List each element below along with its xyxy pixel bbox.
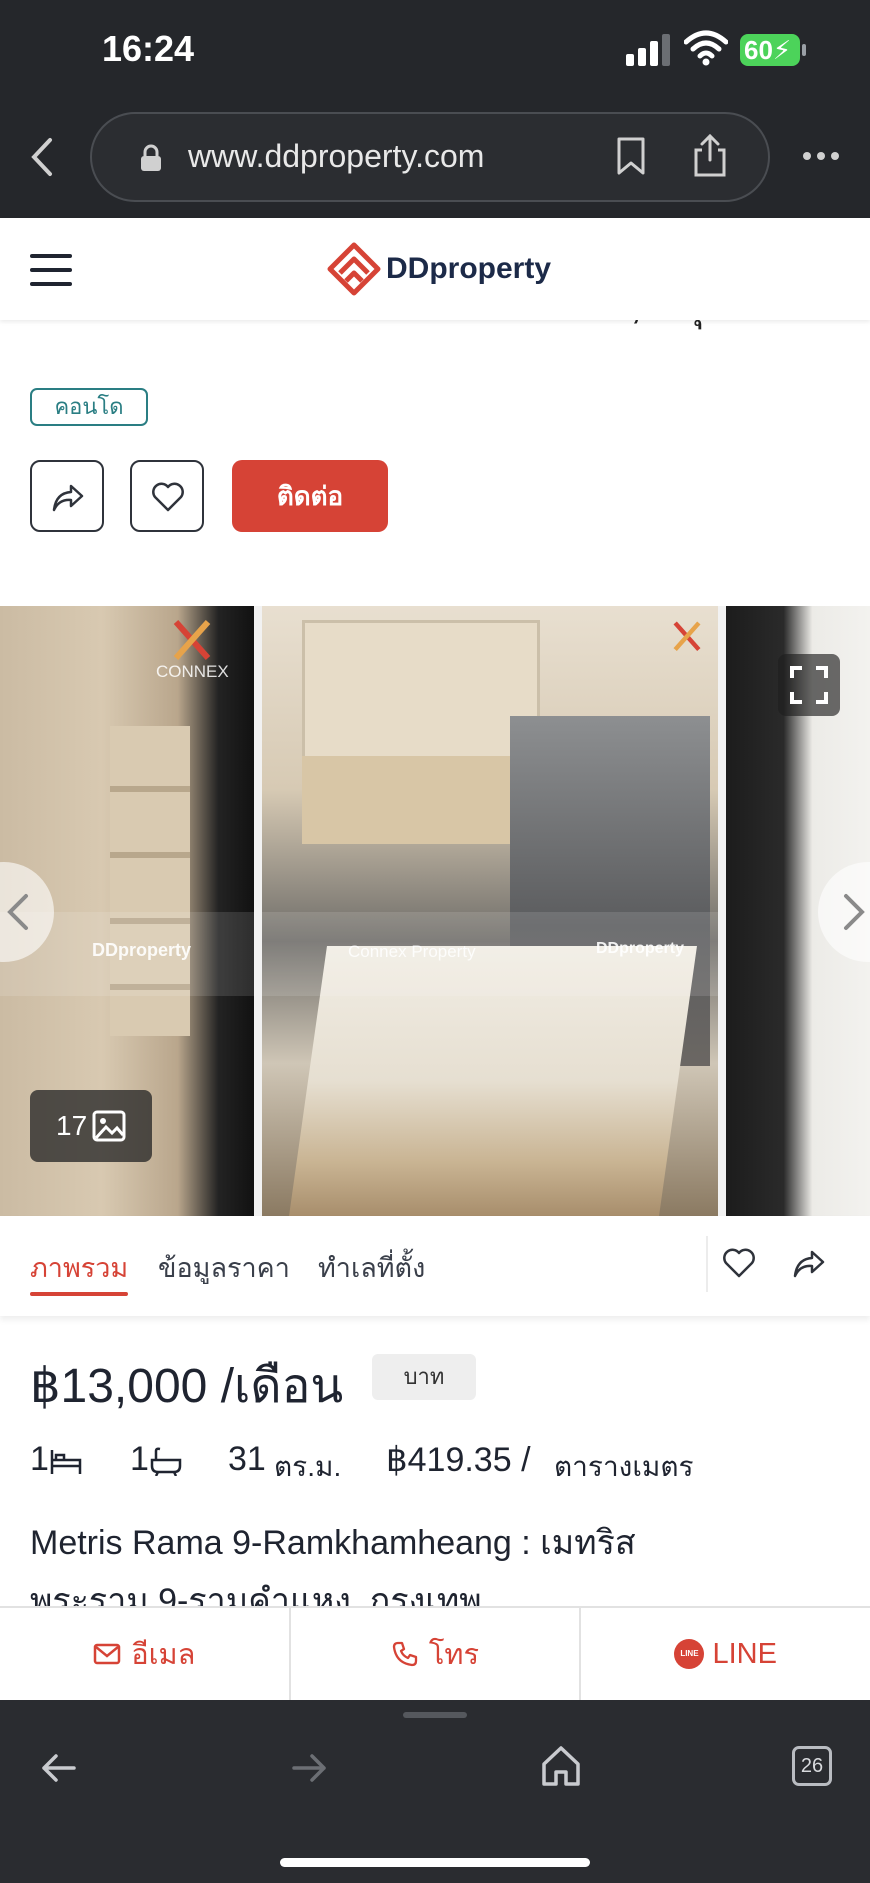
bath-count: 1 bbox=[130, 1440, 149, 1478]
heart-icon[interactable] bbox=[722, 1246, 756, 1280]
chevron-left-icon bbox=[7, 894, 28, 930]
share-arrow-icon bbox=[52, 484, 84, 512]
sheet-grabber[interactable] bbox=[403, 1712, 467, 1718]
bath-icon bbox=[150, 1447, 182, 1476]
mail-icon bbox=[93, 1643, 121, 1665]
listing-title-line-1: Metris Rama 9-Ramkhamheang : เมทริส bbox=[30, 1524, 636, 1562]
wifi-icon bbox=[684, 30, 728, 66]
browser-toolbar-bottom: 26 bbox=[0, 1700, 870, 1883]
chevron-right-icon bbox=[844, 894, 865, 930]
tab-active-underline bbox=[30, 1292, 128, 1296]
contact-button[interactable]: ติดต่อ bbox=[232, 460, 388, 532]
bookmark-icon[interactable] bbox=[616, 136, 646, 176]
share-button[interactable] bbox=[30, 460, 104, 532]
agent-logo-text: CONNEX bbox=[156, 662, 229, 681]
home-icon[interactable] bbox=[540, 1744, 582, 1788]
address-bar[interactable]: www.ddproperty.com bbox=[90, 112, 770, 202]
back-chevron-icon[interactable] bbox=[22, 132, 62, 182]
listing-title-line-2: พระราม 9-รามคำแหง, กรุงเทพ bbox=[30, 1582, 482, 1610]
watermark-site: DDproperty bbox=[596, 940, 685, 957]
battery-level: 60 bbox=[744, 35, 773, 65]
photo-count: 17 bbox=[56, 1110, 88, 1141]
bed-count: 1 bbox=[30, 1440, 49, 1478]
gallery-photo-current[interactable]: Connex Property DDproperty bbox=[262, 606, 718, 1216]
signal-icon bbox=[626, 34, 670, 66]
price-per-area-unit: ตารางเมตร bbox=[554, 1451, 694, 1482]
photo-count-badge[interactable]: 17 bbox=[30, 1090, 152, 1162]
bed-icon bbox=[50, 1450, 82, 1474]
contact-bar: อีเมล โทร LINE LINE bbox=[0, 1606, 870, 1700]
tab-location[interactable]: ทำเลที่ตั้ง bbox=[318, 1246, 425, 1289]
section-tabs: ภาพรวม ข้อมูลราคา ทำเลที่ตั้ง bbox=[0, 1216, 870, 1316]
browser-chrome-top: 16:24 60⚡ www.ddproperty.com bbox=[0, 0, 870, 218]
watermark-agent: Connex Property bbox=[348, 942, 476, 961]
fullscreen-icon bbox=[790, 666, 828, 704]
property-type-tag: คอนโด bbox=[30, 388, 148, 426]
share-arrow-icon[interactable] bbox=[792, 1246, 826, 1280]
gallery-icon bbox=[92, 1110, 126, 1142]
tab-price-info[interactable]: ข้อมูลราคา bbox=[158, 1246, 290, 1289]
email-button[interactable]: อีเมล bbox=[0, 1608, 291, 1700]
photo-shelf bbox=[302, 756, 540, 844]
tab-overview[interactable]: ภาพรวม bbox=[30, 1246, 128, 1289]
site-header: DDproperty bbox=[0, 218, 870, 320]
lock-icon bbox=[141, 144, 161, 171]
more-icon[interactable] bbox=[802, 148, 840, 164]
menu-icon[interactable] bbox=[30, 254, 72, 286]
fullscreen-button[interactable] bbox=[778, 654, 840, 716]
line-label: LINE bbox=[712, 1637, 777, 1670]
email-label: อีเมล bbox=[131, 1639, 196, 1671]
site-logo[interactable]: DDproperty bbox=[326, 238, 551, 300]
listing-price: ฿13,000 /เดือน bbox=[30, 1360, 344, 1413]
logo-mark-icon bbox=[327, 242, 381, 296]
area-unit: ตร.ม. bbox=[274, 1451, 342, 1482]
photo-cabinets bbox=[302, 620, 540, 776]
photo-gallery[interactable]: CONNEX DDproperty Connex Property DDprop… bbox=[0, 606, 870, 1216]
tab-switcher-button[interactable]: 26 bbox=[792, 1746, 832, 1786]
currency-badge[interactable]: บาท bbox=[372, 1354, 476, 1400]
url-text: www.ddproperty.com bbox=[188, 138, 485, 174]
phone-button[interactable]: โทร bbox=[291, 1608, 582, 1700]
phone-label: โทร bbox=[428, 1639, 480, 1671]
area-value: 31 bbox=[228, 1440, 266, 1478]
status-time: 16:24 bbox=[102, 28, 195, 69]
favorite-button[interactable] bbox=[130, 460, 204, 532]
forward-arrow-icon[interactable] bbox=[290, 1748, 330, 1788]
line-button[interactable]: LINE LINE bbox=[581, 1608, 870, 1700]
agent-logo-icon bbox=[673, 621, 701, 652]
logo-text: DDproperty bbox=[386, 252, 552, 285]
battery-indicator: 60⚡ bbox=[740, 34, 806, 66]
agent-logo-icon bbox=[173, 620, 211, 660]
home-indicator bbox=[280, 1858, 590, 1867]
phone-icon bbox=[392, 1641, 418, 1667]
back-arrow-icon[interactable] bbox=[38, 1748, 78, 1788]
watermark-site: DDproperty bbox=[92, 940, 192, 960]
price-per-area: ฿419.35 / bbox=[386, 1441, 531, 1479]
share-icon[interactable] bbox=[692, 132, 728, 178]
listing-title: Metris Rama 9-Ramkhamheang : เมทริส พระร… bbox=[30, 1514, 830, 1610]
line-icon: LINE bbox=[674, 1639, 705, 1669]
tab-divider bbox=[706, 1236, 708, 1292]
heart-icon bbox=[152, 482, 184, 512]
